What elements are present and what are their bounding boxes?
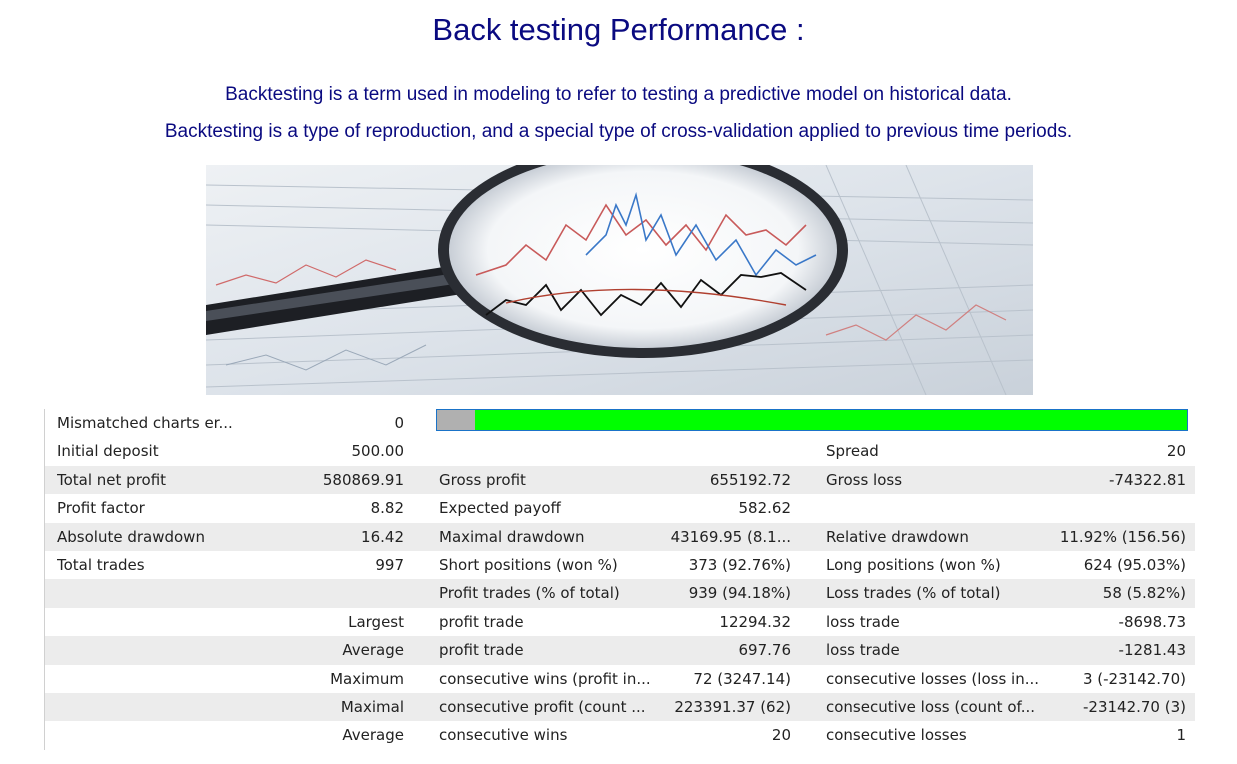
metric-label: profit trade (439, 641, 524, 660)
metric-value-2: -8698.73 (1118, 612, 1186, 631)
row-value: Maximum (330, 669, 404, 688)
description-line-2: Backtesting is a type of reproduction, a… (164, 121, 1073, 142)
row-label (57, 636, 307, 664)
metric-label-2: loss trade (826, 641, 900, 660)
report-row: Average consecutive wins 20 consecutive los… (45, 721, 1195, 750)
row-label: Initial deposit (57, 442, 159, 461)
test-progress-bar (436, 409, 1188, 431)
metric-label: consecutive wins (439, 726, 568, 745)
metric-value: 655192.72 (709, 470, 791, 489)
metric-label-2: Spread (826, 442, 879, 461)
row-value: 0 (394, 414, 404, 432)
metric-label: consecutive profit (count ... (439, 697, 646, 716)
row-label (57, 608, 307, 636)
row-value (307, 579, 404, 607)
progress-remaining (437, 410, 475, 430)
metric-value-2: 20 (1166, 442, 1186, 461)
metric-value: 939 (94.18%) (688, 584, 791, 603)
metric-value-2: 3 (-23142.70) (1082, 669, 1186, 688)
metric-label-2: Relative drawdown (826, 527, 969, 546)
report-row: Average profit trade 697.76 loss trade -1281… (45, 636, 1195, 665)
metric-value: 223391.37 (62) (674, 697, 791, 716)
metric-value: 43169.95 (8.1... (670, 527, 791, 546)
row-label: Total trades (57, 555, 145, 574)
report-row: Profit factor 8.82 Expected payoff 582.62 (45, 494, 1195, 523)
row-value: 997 (375, 555, 404, 574)
metric-label-2 (826, 494, 1056, 522)
backtest-report-table: Mismatched charts er... 0 Initial deposit 5… (44, 409, 1195, 750)
page-title: Back testing Performance : (432, 12, 805, 47)
report-row: Maximal consecutive profit (count ... 2233… (45, 692, 1195, 722)
row-label (57, 721, 307, 749)
row-label: Absolute drawdown (57, 527, 205, 546)
metric-value: 12294.32 (719, 612, 791, 631)
row-value: Largest (348, 612, 404, 631)
metric-value-2: -74322.81 (1109, 470, 1186, 489)
metric-label: Expected payoff (439, 499, 561, 518)
metric-value: 582.62 (738, 499, 792, 518)
report-row: Total trades 997 Short positions (won %) 37… (45, 550, 1195, 580)
metric-label: consecutive wins (profit in... (439, 669, 651, 688)
metric-label (439, 437, 669, 465)
metric-value-2: -1281.43 (1118, 641, 1186, 660)
metric-label: Profit trades (% of total) (439, 584, 620, 603)
report-row: Profit trades (% of total) 939 (94.18%) Lo… (45, 579, 1195, 608)
metric-value-2: 624 (95.03%) (1083, 555, 1186, 574)
metric-label-2: consecutive loss (count of... (826, 697, 1036, 716)
row-value: Average (342, 726, 404, 745)
metric-value: 697.76 (738, 641, 792, 660)
metric-value-2 (1056, 494, 1186, 522)
row-value: 16.42 (361, 527, 404, 546)
report-row: Mismatched charts er... 0 (45, 409, 1195, 438)
row-value: 500.00 (351, 442, 405, 461)
metric-value: 373 (92.76%) (688, 555, 791, 574)
report-row: Total net profit 580869.91 Gross profit 655… (45, 465, 1195, 495)
metric-label: profit trade (439, 612, 524, 631)
row-label (57, 579, 307, 607)
metric-value-2: 58 (5.82%) (1102, 584, 1186, 603)
report-row: Largest profit trade 12294.32 loss trade -86… (45, 607, 1195, 637)
metric-value-2: 1 (1176, 726, 1186, 745)
row-label (57, 665, 307, 693)
metric-label: Short positions (won %) (439, 555, 618, 574)
row-label: Mismatched charts er... (57, 414, 233, 432)
metric-label-2: Long positions (won %) (826, 555, 1001, 574)
row-label (57, 693, 307, 721)
description-line-1: Backtesting is a term used in modeling t… (225, 84, 1012, 105)
metric-label-2: Loss trades (% of total) (826, 584, 1001, 603)
metric-value-2: -23142.70 (3) (1082, 697, 1186, 716)
row-value: 580869.91 (322, 470, 404, 489)
metric-label: Maximal drawdown (439, 527, 585, 546)
magnifying-glass-chart-image (206, 165, 1033, 395)
metric-value (669, 437, 791, 465)
row-label: Profit factor (57, 499, 145, 518)
metric-label-2: loss trade (826, 612, 900, 631)
report-row: Initial deposit 500.00 Spread 20 (45, 437, 1195, 466)
metric-label-2: consecutive losses (826, 726, 967, 745)
row-value: Maximal (340, 697, 404, 716)
metric-value: 72 (3247.14) (693, 669, 791, 688)
metric-label: Gross profit (439, 470, 526, 489)
row-value: 8.82 (370, 499, 404, 518)
report-row: Absolute drawdown 16.42 Maximal drawdown 43… (45, 522, 1195, 551)
metric-value-2: 11.92% (156.56) (1059, 527, 1186, 546)
row-label: Total net profit (57, 470, 167, 489)
metric-label-2: consecutive losses (loss in... (826, 669, 1040, 688)
row-value: Average (342, 641, 404, 660)
metric-value: 20 (771, 726, 791, 745)
metric-label-2: Gross loss (826, 470, 903, 489)
report-row: Maximum consecutive wins (profit in... 72 … (45, 664, 1195, 693)
